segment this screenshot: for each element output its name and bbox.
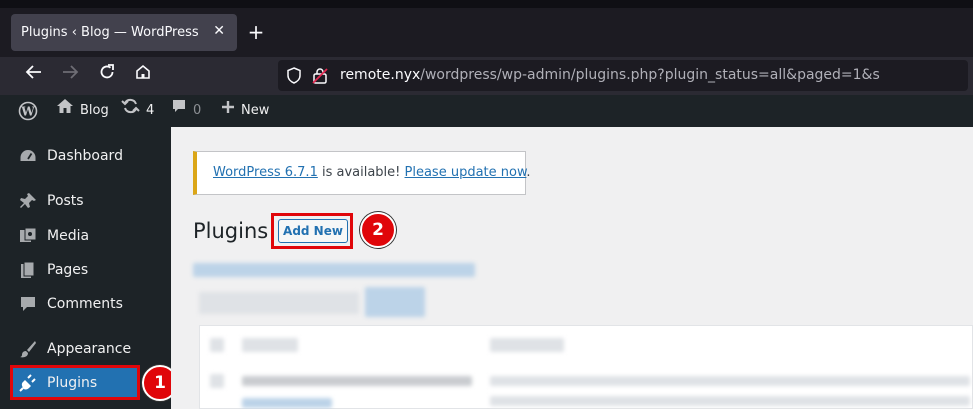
sidebar-item-media[interactable]: Media bbox=[0, 219, 171, 253]
url-path: /wordpress/wp-admin/plugins.php?plugin_s… bbox=[420, 67, 880, 83]
sidebar-item-label: Appearance bbox=[47, 341, 132, 357]
update-now-link[interactable]: Please update now bbox=[405, 165, 527, 180]
new-content-link[interactable]: New bbox=[221, 95, 269, 127]
media-icon bbox=[18, 226, 38, 246]
sidebar-item-label: Posts bbox=[47, 193, 84, 209]
new-tab-button[interactable]: + bbox=[247, 18, 265, 46]
comment-icon bbox=[171, 95, 187, 127]
shield-icon[interactable] bbox=[286, 67, 302, 88]
url-text[interactable]: remote.nyx/wordpress/wp-admin/plugins.ph… bbox=[340, 67, 880, 83]
plugins-table bbox=[199, 325, 973, 409]
redacted-plugin-description bbox=[490, 376, 970, 386]
step-badge-2: 2 bbox=[360, 212, 396, 248]
sidebar-item-label: Comments bbox=[47, 296, 123, 312]
page-title: Plugins bbox=[193, 219, 269, 243]
comment-icon bbox=[18, 294, 38, 314]
comments-link[interactable]: 0 bbox=[171, 95, 201, 127]
sidebar-item-label: Dashboard bbox=[47, 148, 123, 164]
updates-count: 4 bbox=[146, 103, 155, 118]
forward-icon[interactable] bbox=[57, 63, 83, 89]
redacted-plugin-actions bbox=[242, 398, 332, 408]
tab-close-icon[interactable]: ✕ bbox=[213, 23, 225, 39]
browser-tab[interactable]: Plugins ‹ Blog — WordPress ✕ bbox=[11, 14, 237, 51]
plus-icon bbox=[221, 95, 235, 127]
notice-end-text: . bbox=[526, 165, 531, 180]
pages-icon bbox=[18, 260, 38, 280]
updates-icon bbox=[121, 95, 140, 127]
comments-count: 0 bbox=[193, 103, 202, 118]
add-new-highlight-box bbox=[271, 213, 353, 249]
svg-text:W: W bbox=[20, 105, 35, 119]
navigation-bar: remote.nyx/wordpress/wp-admin/plugins.ph… bbox=[0, 57, 973, 95]
update-notice: WordPress 6.7.1 is available! Please upd… bbox=[193, 151, 531, 195]
sidebar-item-appearance[interactable]: Appearance bbox=[0, 332, 171, 366]
site-name-link[interactable]: Blog bbox=[56, 95, 109, 127]
window-frame bbox=[0, 0, 973, 8]
home-icon bbox=[56, 95, 74, 127]
new-label: New bbox=[241, 103, 270, 118]
redacted-column-header bbox=[490, 338, 564, 352]
wordpress-logo-icon[interactable]: W bbox=[18, 95, 38, 127]
redacted-bulk-actions bbox=[199, 292, 359, 314]
sidebar-item-label: Pages bbox=[47, 262, 89, 278]
plugins-highlight-box bbox=[10, 365, 140, 400]
redacted-apply-button bbox=[365, 287, 425, 317]
sidebar-item-pages[interactable]: Pages bbox=[0, 253, 171, 287]
redacted-plugin-name bbox=[242, 376, 472, 386]
redacted-checkbox bbox=[210, 338, 224, 352]
brush-icon bbox=[18, 339, 38, 359]
dashboard-icon bbox=[18, 146, 38, 166]
sidebar-item-posts[interactable]: Posts bbox=[0, 184, 171, 218]
sidebar-item-label: Media bbox=[47, 228, 90, 244]
sidebar-item-dashboard[interactable]: Dashboard bbox=[0, 139, 171, 173]
pin-icon bbox=[18, 191, 38, 211]
updates-link[interactable]: 4 bbox=[121, 95, 154, 127]
insecure-lock-icon[interactable] bbox=[312, 67, 328, 88]
redacted-checkbox bbox=[210, 374, 224, 388]
wp-admin-bar: W Blog 4 0 New bbox=[0, 95, 973, 127]
reload-icon[interactable] bbox=[94, 63, 120, 89]
redacted-column-header bbox=[242, 338, 298, 352]
tab-title: Plugins ‹ Blog — WordPress bbox=[21, 25, 199, 40]
redacted-plugin-description bbox=[490, 396, 970, 406]
notice-text: WordPress 6.7.1 is available! Please upd… bbox=[213, 165, 531, 180]
url-bar[interactable]: remote.nyx/wordpress/wp-admin/plugins.ph… bbox=[278, 60, 968, 91]
url-host: remote.nyx bbox=[340, 67, 421, 83]
home-icon[interactable] bbox=[130, 63, 156, 89]
redacted-filter-links bbox=[193, 263, 475, 277]
back-icon[interactable] bbox=[21, 63, 47, 89]
site-name: Blog bbox=[80, 103, 109, 118]
main-content: WordPress 6.7.1 is available! Please upd… bbox=[171, 127, 973, 409]
notice-middle-text: is available! bbox=[317, 165, 405, 180]
sidebar-item-comments[interactable]: Comments bbox=[0, 287, 171, 321]
wordpress-version-link[interactable]: WordPress 6.7.1 bbox=[213, 165, 318, 180]
